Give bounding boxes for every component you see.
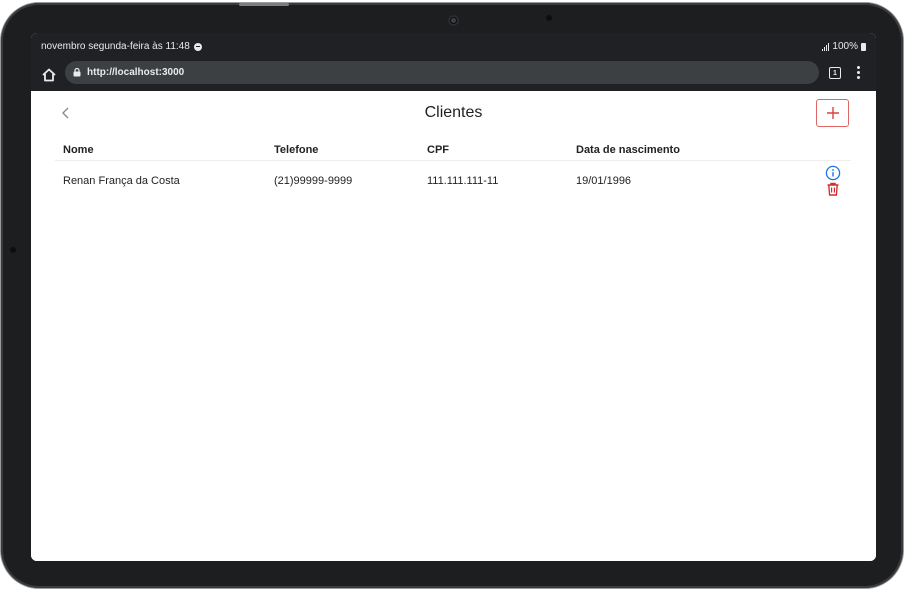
battery-percent: 100% <box>832 41 858 52</box>
lock-icon <box>73 68 81 77</box>
header-data-nascimento: Data de nascimento <box>568 141 784 161</box>
light-sensor <box>546 15 552 21</box>
table-header-row: Nome Telefone CPF Data de nascimento <box>55 141 851 161</box>
tab-switcher-button[interactable]: 1 <box>829 67 841 79</box>
signal-icon <box>822 42 830 51</box>
cell-nome: Renan França da Costa <box>63 175 180 187</box>
row-actions <box>784 161 851 202</box>
screen: novembro segunda-feira às 11:48 100% htt… <box>31 33 876 561</box>
power-button <box>239 3 289 6</box>
home-icon[interactable] <box>41 67 57 83</box>
plus-icon <box>826 107 839 119</box>
battery-icon <box>861 42 866 51</box>
address-bar[interactable]: http://localhost:3000 <box>65 61 819 84</box>
clients-table: Nome Telefone CPF Data de nascimento Ren… <box>55 141 851 201</box>
header-cpf: CPF <box>419 141 568 161</box>
status-left: novembro segunda-feira às 11:48 <box>41 41 202 52</box>
info-icon[interactable] <box>825 165 841 181</box>
do-not-disturb-icon <box>193 42 202 51</box>
front-camera <box>448 15 459 26</box>
status-right: 100% <box>822 41 866 52</box>
header-actions <box>784 141 851 161</box>
browser-toolbar: http://localhost:3000 1 <box>31 60 876 91</box>
header-telefone: Telefone <box>266 141 419 161</box>
page-content: Clientes Nome Telefone CPF Data de nasci… <box>31 91 876 561</box>
tablet-frame: novembro segunda-feira às 11:48 100% htt… <box>1 3 903 588</box>
trash-icon[interactable] <box>825 181 841 197</box>
side-sensor <box>10 247 16 253</box>
table-row: Renan França da Costa (21)99999-9999 111… <box>55 161 851 202</box>
status-time: novembro segunda-feira às 11:48 <box>41 41 190 52</box>
status-bar: novembro segunda-feira às 11:48 100% <box>31 33 876 60</box>
cell-telefone: (21)99999-9999 <box>274 175 353 187</box>
url-text: http://localhost:3000 <box>87 67 185 78</box>
more-menu-icon[interactable] <box>856 66 860 80</box>
add-client-button[interactable] <box>816 99 849 127</box>
cell-data-nascimento: 19/01/1996 <box>576 175 632 187</box>
cell-cpf: 111.111.111-11 <box>427 175 499 187</box>
header-nome: Nome <box>55 141 266 161</box>
page-title: Clientes <box>424 104 483 121</box>
